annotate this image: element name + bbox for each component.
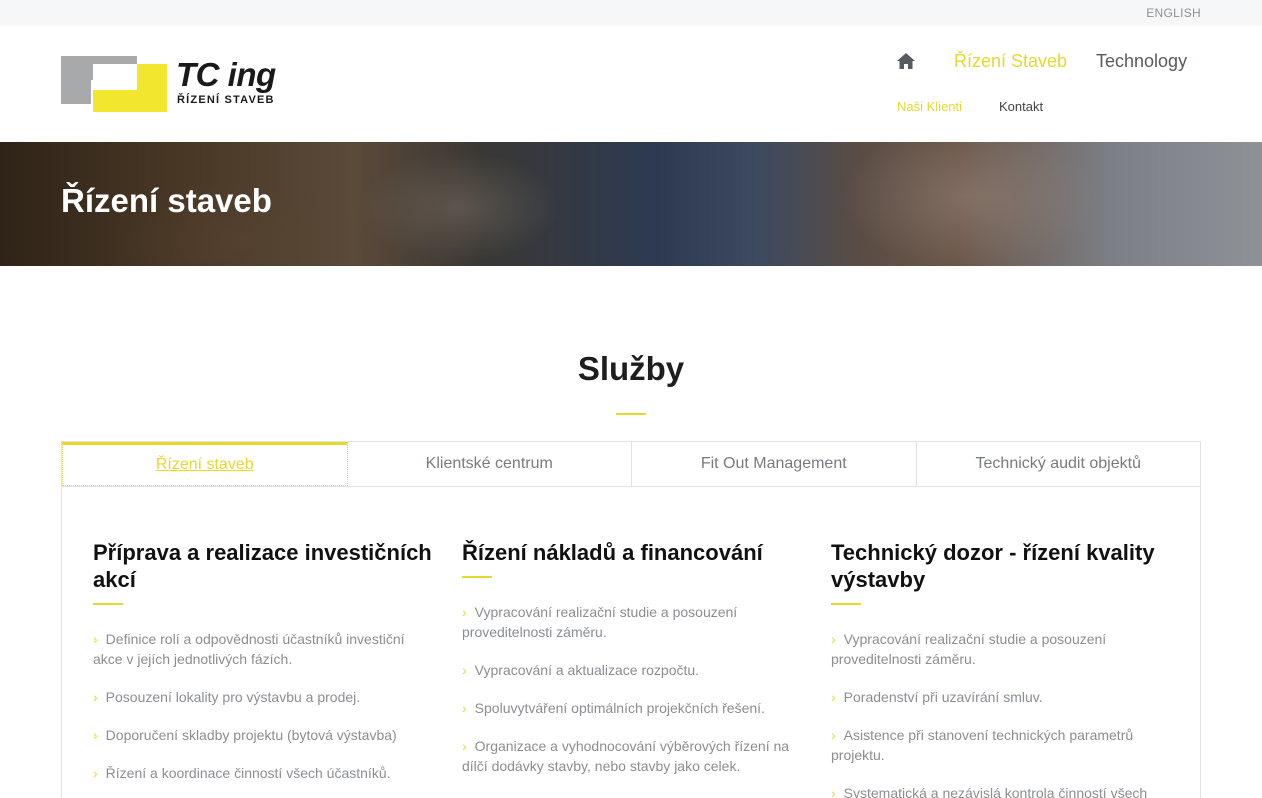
language-switch-link[interactable]: ENGLISH	[1146, 6, 1201, 20]
home-icon[interactable]	[896, 52, 916, 70]
tab-fit-out-management[interactable]: Fit Out Management	[632, 442, 917, 486]
list-item: › Posouzení lokality pro výstavbu a prode…	[93, 689, 361, 705]
logo-subtitle: ŘÍZENÍ STAVEB	[177, 94, 275, 106]
heading-underline	[616, 413, 646, 415]
tab-klientske-centrum[interactable]: Klientské centrum	[348, 442, 632, 486]
list-item: › Vypracování realizační studie a posouze…	[462, 604, 738, 640]
column-heading: Příprava a realizace investičních akcí	[93, 540, 432, 592]
column-heading: Řízení nákladů a financování	[462, 540, 763, 565]
list-item: › Asistence při stanovení technických par…	[831, 727, 1134, 763]
list-item: › Definice rolí a odpovědnosti účastníků …	[93, 631, 405, 667]
chevron-right-icon: ›	[462, 662, 467, 678]
list-item: › Řízení a koordinace činností všech účas…	[93, 765, 391, 781]
tab-panel: Příprava a realizace investičních akcí ›…	[61, 487, 1201, 798]
nav-item-kontakt[interactable]: Kontakt	[999, 99, 1043, 114]
column-underline	[93, 603, 123, 605]
chevron-right-icon: ›	[462, 700, 467, 716]
services-tabs: Řízení staveb Klientské centrum Fit Out …	[61, 441, 1201, 487]
list-item: › Vypracování realizační studie a posouze…	[831, 631, 1107, 667]
chevron-right-icon: ›	[831, 785, 836, 798]
logo-name: TC ing	[176, 56, 276, 93]
page-title: Řízení staveb	[61, 182, 272, 219]
logo[interactable]: TC ing ŘÍZENÍ STAVEB	[61, 56, 306, 112]
list-item: › Systematická a nezávislá kontrola činno…	[831, 783, 1171, 798]
nav-item-nasi-klienti[interactable]: Naši Klienti	[897, 99, 962, 114]
column-heading: Technický dozor - řízení kvality výstavb…	[831, 540, 1155, 592]
service-column: Příprava a realizace investičních akcí ›…	[93, 539, 433, 798]
services-heading: Služby	[577, 350, 685, 387]
chevron-right-icon: ›	[831, 727, 836, 743]
list-item: › Doporučení skladby projektu (bytová výs…	[93, 727, 397, 743]
chevron-right-icon: ›	[93, 631, 98, 647]
nav-item-technology[interactable]: Technology	[1096, 51, 1187, 72]
tab-technicky-audit[interactable]: Technický audit objektů	[917, 442, 1201, 486]
hero-banner: Řízení staveb	[0, 142, 1262, 266]
list-item: › Spoluvytváření optimálních projekčních …	[462, 700, 765, 716]
list-item: › Vypracování a aktualizace rozpočtu.	[462, 662, 700, 678]
chevron-right-icon: ›	[93, 689, 98, 705]
chevron-right-icon: ›	[93, 765, 98, 781]
top-bar: ENGLISH	[0, 0, 1262, 26]
chevron-right-icon: ›	[831, 689, 836, 705]
nav-item-rizeni-staveb[interactable]: Řízení Staveb	[954, 51, 1067, 72]
tab-rizeni-staveb[interactable]: Řízení staveb	[62, 442, 348, 486]
chevron-right-icon: ›	[462, 738, 467, 754]
column-underline	[831, 603, 861, 605]
service-column: Technický dozor - řízení kvality výstavb…	[831, 539, 1171, 798]
header: TC ing ŘÍZENÍ STAVEB Řízení Staveb Techn…	[0, 26, 1262, 142]
service-column: Řízení nákladů a financování › Vypracován…	[462, 539, 802, 794]
list-item: › Poradenství při uzavírání smluv.	[831, 689, 1043, 705]
chevron-right-icon: ›	[462, 604, 467, 620]
column-underline	[462, 576, 492, 578]
chevron-right-icon: ›	[93, 727, 98, 743]
chevron-right-icon: ›	[831, 631, 836, 647]
list-item: › Organizace a vyhodnocování výběrových ř…	[462, 738, 790, 774]
